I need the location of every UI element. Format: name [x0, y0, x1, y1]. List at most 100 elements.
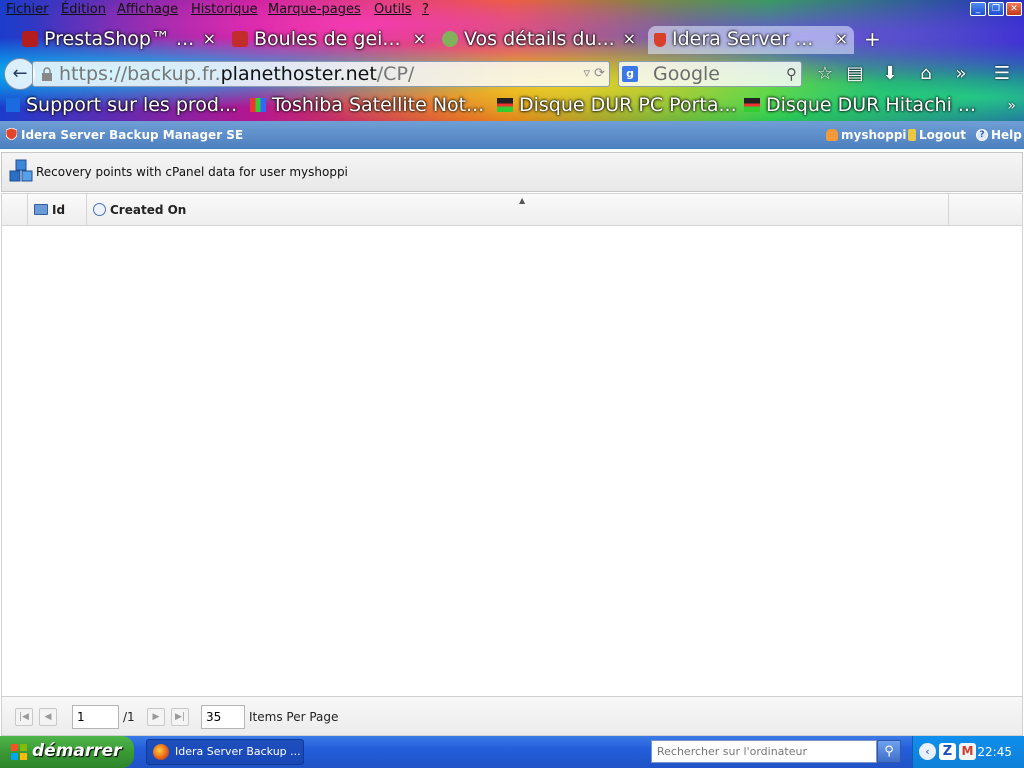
- logout-icon: [908, 129, 916, 141]
- app-title-wrap: Idera Server Backup Manager SE: [6, 128, 243, 142]
- hamburger-menu-icon[interactable]: ☰: [991, 63, 1013, 85]
- minimize-icon[interactable]: _: [970, 2, 986, 16]
- search-magnifier-icon[interactable]: ⚲: [786, 62, 797, 86]
- tab-idera-active[interactable]: Idera Server ... ×: [648, 26, 854, 54]
- column-created-on-label: Created On: [110, 202, 187, 217]
- tab-boules[interactable]: Boules de gei... ×: [232, 26, 432, 54]
- new-tab-button[interactable]: +: [864, 27, 881, 51]
- menu-historique[interactable]: Historique: [191, 2, 258, 17]
- url-host: planethoster.net: [220, 63, 377, 85]
- bookmark-label: Toshiba Satellite Not...: [272, 94, 485, 116]
- last-page-button[interactable]: ▶|: [171, 708, 189, 726]
- help-label: Help: [991, 128, 1022, 142]
- next-page-button[interactable]: ▶: [147, 708, 165, 726]
- menu-fichier[interactable]: Fichier: [6, 2, 49, 17]
- close-tab-icon[interactable]: ×: [623, 26, 636, 52]
- items-per-page-label: Items Per Page: [249, 710, 339, 724]
- taskbar-search-placeholder: Rechercher sur l'ordinateur: [657, 745, 807, 758]
- logout-link[interactable]: Logout: [908, 128, 966, 142]
- column-id-label: Id: [52, 202, 66, 217]
- clock-icon: [93, 203, 106, 216]
- taskbar-search-button[interactable]: ⚲: [877, 740, 901, 763]
- bookmark-label: Support sur les prod...: [26, 94, 238, 116]
- bookmarks-bar: Support sur les prod... Toshiba Satellit…: [0, 92, 1024, 120]
- google-icon[interactable]: g: [622, 66, 638, 82]
- user-icon: [826, 129, 838, 141]
- clock: 22:45: [977, 745, 1012, 759]
- close-window-icon[interactable]: ✕: [1006, 2, 1022, 16]
- firefox-icon: [153, 744, 169, 760]
- tab-label: Idera Server ...: [672, 28, 814, 50]
- page-number-input[interactable]: [72, 705, 119, 729]
- bookmark-label: Disque DUR PC Porta...: [519, 94, 737, 116]
- tab-vos-details[interactable]: Vos détails du... ×: [442, 26, 642, 54]
- tray-expand-icon[interactable]: ‹: [919, 743, 936, 760]
- items-per-page-input[interactable]: [201, 705, 245, 729]
- home-icon[interactable]: ⌂: [915, 63, 937, 85]
- bookmark-star-icon[interactable]: ☆: [814, 63, 836, 85]
- help-link[interactable]: ? Help: [976, 128, 1022, 142]
- back-arrow-icon: ←: [12, 63, 28, 84]
- grid-checkbox-column[interactable]: [2, 194, 28, 225]
- close-tab-icon[interactable]: ×: [413, 26, 426, 52]
- menu-affichage[interactable]: Affichage: [117, 2, 178, 17]
- tray-z-icon[interactable]: Z: [939, 743, 956, 760]
- taskbar: démarrer Idera Server Backup ... Recherc…: [0, 736, 1024, 768]
- tab-label: PrestaShop™ ...: [44, 28, 195, 50]
- column-created-on[interactable]: Created On: [87, 194, 949, 225]
- tab-label: Boules de gei...: [254, 28, 401, 50]
- panel-title: Recovery points with cPanel data for use…: [36, 165, 348, 179]
- search-box[interactable]: g Google ⚲: [618, 61, 802, 87]
- shield-favicon-icon: [654, 33, 666, 47]
- shield-logo-icon: [6, 128, 17, 140]
- bookmarks-more-icon[interactable]: »: [1007, 98, 1016, 114]
- first-page-button[interactable]: |◀: [15, 708, 33, 726]
- window-controls: _ ❐ ✕: [970, 2, 1022, 16]
- search-placeholder: Google: [653, 63, 721, 85]
- gmail-icon[interactable]: M: [959, 743, 976, 760]
- bookmarks-list-icon[interactable]: ▤: [844, 63, 866, 85]
- boules-favicon-icon: [232, 31, 248, 47]
- grid-body: [1, 226, 1023, 696]
- bookmark-disque-porta[interactable]: Disque DUR PC Porta...: [497, 94, 737, 116]
- close-tab-icon[interactable]: ×: [835, 26, 848, 52]
- user-name: myshoppi: [841, 128, 907, 142]
- taskbar-item-label: Idera Server Backup ...: [175, 745, 301, 758]
- bookmark-favicon-icon: [497, 98, 513, 112]
- url-prefix: https://backup.fr.: [59, 63, 221, 85]
- taskbar-search-input[interactable]: Rechercher sur l'ordinateur: [651, 740, 877, 763]
- menu-outils[interactable]: Outils: [374, 2, 412, 17]
- url-path: /CP/: [376, 63, 415, 85]
- search-icon: ⚲: [884, 744, 894, 759]
- reload-icon[interactable]: ▿ ⟳: [583, 62, 605, 86]
- bookmark-favicon-icon: [250, 98, 266, 112]
- page-count: /1: [123, 710, 135, 724]
- start-label: démarrer: [32, 741, 122, 761]
- overflow-chevron-icon[interactable]: »: [950, 63, 972, 85]
- prestashop-favicon-icon: [22, 31, 38, 47]
- url-bar[interactable]: https://backup.fr.planethoster.net/CP/ ▿…: [32, 61, 610, 87]
- restore-icon[interactable]: ❐: [988, 2, 1004, 16]
- tab-strip: PrestaShop™ ... × Boules de gei... × Vos…: [16, 26, 886, 54]
- windows-logo-icon: [11, 744, 27, 760]
- taskbar-firefox-item[interactable]: Idera Server Backup ...: [146, 739, 304, 765]
- id-card-icon: [34, 204, 48, 215]
- tab-prestashop[interactable]: PrestaShop™ ... ×: [22, 26, 222, 54]
- bookmark-toshiba[interactable]: Toshiba Satellite Not...: [250, 94, 484, 116]
- bookmark-favicon-icon: [6, 98, 20, 112]
- pager: |◀ ◀ /1 ▶ ▶| Items Per Page: [1, 696, 1023, 736]
- menu-edition[interactable]: Édition: [61, 2, 106, 17]
- menu-help[interactable]: ?: [422, 2, 429, 17]
- menu-marque-pages[interactable]: Marque-pages: [268, 2, 361, 17]
- bookmark-support[interactable]: Support sur les prod...: [6, 94, 237, 116]
- download-icon[interactable]: ⬇: [879, 63, 901, 85]
- start-button[interactable]: démarrer: [0, 736, 134, 768]
- user-link[interactable]: myshoppi: [826, 128, 907, 142]
- bookmark-disque-hitachi[interactable]: Disque DUR Hitachi ...: [744, 94, 976, 116]
- lock-icon: [42, 67, 52, 81]
- cubes-icon: [9, 159, 33, 182]
- column-id[interactable]: Id: [28, 194, 87, 225]
- prev-page-button[interactable]: ◀: [39, 708, 57, 726]
- logout-label: Logout: [919, 128, 967, 142]
- close-tab-icon[interactable]: ×: [203, 26, 216, 52]
